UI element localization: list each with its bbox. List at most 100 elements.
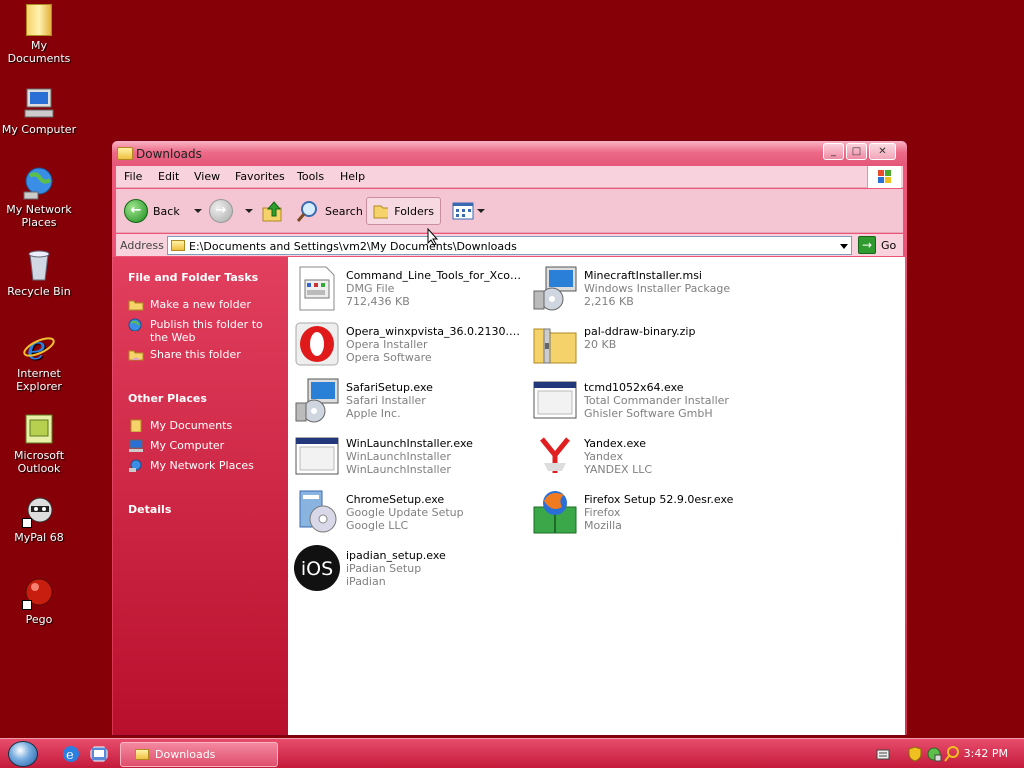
- file-item[interactable]: ChromeSetup.exe Google Update Setup Goog…: [290, 485, 520, 535]
- chevron-down-icon[interactable]: [193, 209, 202, 213]
- clock[interactable]: 3:42 PM: [964, 747, 1008, 760]
- file-name: Command_Line_Tools_for_Xcode...: [346, 269, 522, 282]
- search-label: Search: [325, 204, 363, 218]
- place-my-network-places[interactable]: My Network Places: [128, 459, 254, 472]
- exe-window-icon: [295, 437, 339, 475]
- task-make-new-folder[interactable]: Make a new folder: [128, 298, 251, 311]
- raccoon-icon: [22, 494, 56, 528]
- desktop-icon-label: My Documents: [7, 39, 71, 65]
- desktop-icon-my-computer[interactable]: My Computer: [0, 86, 78, 136]
- file-name: ChromeSetup.exe: [346, 493, 445, 506]
- file-item[interactable]: pal-ddraw-binary.zip 20 KB: [528, 317, 758, 367]
- minimize-button[interactable]: _: [823, 143, 844, 160]
- menu-edit[interactable]: Edit: [158, 170, 179, 183]
- search-icon[interactable]: [944, 746, 960, 762]
- file-name: Yandex.exe: [584, 437, 646, 450]
- desktop-icon-label: Pego: [25, 613, 53, 626]
- file-item[interactable]: iOS ipadian_setup.exe iPadian Setup iPad…: [290, 541, 520, 591]
- folders-label: Folders: [394, 204, 434, 218]
- file-item[interactable]: tcmd1052x64.exe Total Commander Installe…: [528, 373, 758, 423]
- address-path: E:\Documents and Settings\vm2\My Documen…: [189, 240, 517, 253]
- taskbar-item-downloads[interactable]: Downloads: [120, 742, 278, 767]
- dmg-file-icon: [299, 266, 335, 311]
- other-places-heading[interactable]: Other Places: [128, 392, 207, 405]
- search-icon: [296, 201, 317, 222]
- internet-explorer-icon[interactable]: e: [62, 745, 80, 763]
- go-button[interactable]: → Go: [858, 236, 896, 254]
- task-label: Make a new folder: [150, 298, 251, 311]
- forward-button[interactable]: →: [209, 197, 253, 225]
- desktop-icon-mypal[interactable]: MyPal 68: [0, 494, 78, 544]
- internet-explorer-icon: e: [22, 329, 56, 367]
- up-folder-button[interactable]: [262, 197, 284, 225]
- folders-button[interactable]: Folders: [366, 197, 441, 225]
- folder-icon: [130, 419, 142, 432]
- file-item[interactable]: MinecraftInstaller.msi Windows Installer…: [528, 261, 758, 311]
- file-item[interactable]: Opera_winxpvista_36.0.2130.80_... Opera …: [290, 317, 522, 367]
- desktop-icon-pego[interactable]: Pego: [0, 576, 78, 626]
- task-label: Publish this folder to the Web: [150, 318, 263, 344]
- desktop-icon-network-places[interactable]: My Network Places: [0, 166, 78, 229]
- menu-favorites[interactable]: Favorites: [235, 170, 285, 183]
- file-detail: YANDEX LLC: [584, 463, 653, 476]
- desktop-icon-internet-explorer[interactable]: e Internet Explorer: [0, 329, 78, 393]
- maximize-button[interactable]: □: [846, 143, 867, 160]
- go-arrow-icon: →: [858, 236, 876, 254]
- folder-icon: [135, 749, 149, 760]
- task-publish-folder[interactable]: Publish this folder to the Web: [128, 318, 278, 344]
- search-button[interactable]: Search: [296, 197, 363, 225]
- desktop-icon-label: Internet Explorer: [16, 367, 62, 393]
- menu-tools[interactable]: Tools: [297, 170, 324, 183]
- chrome-setup-icon: [299, 490, 337, 533]
- chevron-down-icon[interactable]: [840, 244, 848, 249]
- menu-view[interactable]: View: [194, 170, 220, 183]
- file-item[interactable]: Command_Line_Tools_for_Xcode... DMG File…: [290, 261, 522, 311]
- title-bar[interactable]: Downloads _ □ ✕: [112, 141, 907, 166]
- task-pane: File and Folder Tasks Make a new folder …: [113, 257, 288, 735]
- shortcut-arrow-icon: [22, 600, 32, 610]
- start-button[interactable]: [8, 741, 38, 767]
- task-share-folder[interactable]: Share this folder: [128, 348, 241, 361]
- file-item[interactable]: Firefox Setup 52.9.0esr.exe Firefox Mozi…: [528, 485, 758, 535]
- file-type: Opera Installer: [346, 338, 428, 351]
- chevron-down-icon[interactable]: [245, 209, 253, 213]
- address-input[interactable]: E:\Documents and Settings\vm2\My Documen…: [167, 236, 852, 255]
- globe-network-icon: [22, 166, 56, 200]
- shortcut-arrow-icon: [22, 518, 32, 528]
- back-button[interactable]: ← Back: [124, 197, 202, 225]
- details-heading[interactable]: Details: [128, 503, 171, 516]
- menu-help[interactable]: Help: [340, 170, 365, 183]
- toolbar: ← Back → Search Folders: [116, 189, 903, 233]
- file-name: tcmd1052x64.exe: [584, 381, 684, 394]
- desktop-icon-recycle-bin[interactable]: Recycle Bin: [0, 248, 78, 298]
- msi-installer-icon: [533, 266, 577, 311]
- file-type: DMG File: [346, 282, 395, 295]
- file-type: Google Update Setup: [346, 506, 464, 519]
- taskbar: e Downloads 3:42 PM: [0, 738, 1024, 768]
- file-item[interactable]: WinLaunchInstaller.exe WinLaunchInstalle…: [290, 429, 520, 479]
- file-item[interactable]: SafariSetup.exe Safari Installer Apple I…: [290, 373, 520, 423]
- desktop-icon-my-documents[interactable]: My Documents: [0, 4, 78, 65]
- file-detail: WinLaunchInstaller: [346, 463, 451, 476]
- recycle-bin-icon: [22, 248, 56, 282]
- explorer-window[interactable]: Downloads _ □ ✕ File Edit View Favorites…: [111, 140, 908, 736]
- go-label: Go: [881, 238, 897, 252]
- keyboard-icon[interactable]: [876, 747, 890, 761]
- security-shield-icon[interactable]: [908, 746, 922, 762]
- file-item[interactable]: Yandex.exe Yandex YANDEX LLC: [528, 429, 758, 479]
- new-folder-icon: [128, 300, 144, 311]
- file-detail: iPadian: [346, 575, 386, 588]
- desktop-icon-outlook[interactable]: Microsoft Outlook: [0, 412, 78, 475]
- back-arrow-icon: ←: [124, 199, 148, 223]
- close-button[interactable]: ✕: [869, 143, 896, 160]
- address-label: Address: [120, 239, 164, 252]
- menu-file[interactable]: File: [124, 170, 142, 183]
- place-my-computer[interactable]: My Computer: [128, 439, 224, 452]
- network-icon: [129, 459, 142, 472]
- file-folder-tasks-heading[interactable]: File and Folder Tasks: [128, 271, 258, 284]
- network-tray-icon[interactable]: [926, 746, 942, 762]
- show-desktop-icon[interactable]: [90, 745, 108, 763]
- file-detail: Opera Software: [346, 351, 432, 364]
- place-my-documents[interactable]: My Documents: [128, 419, 232, 432]
- views-button[interactable]: [452, 197, 485, 225]
